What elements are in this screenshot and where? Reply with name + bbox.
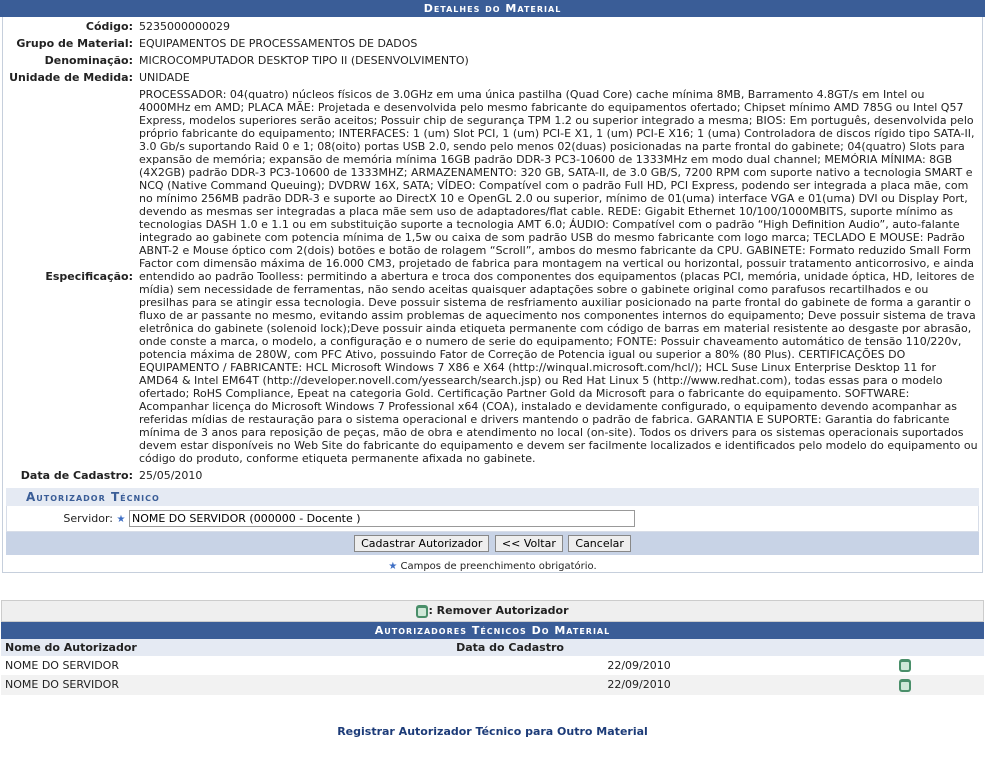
page: Detalhes do Material Código: 52350000000… bbox=[0, 0, 985, 738]
required-note: ★ Campos de preenchimento obrigatório. bbox=[3, 555, 982, 572]
codigo-label: Código: bbox=[85, 20, 133, 33]
row-nome: NOME DO SERVIDOR bbox=[1, 675, 453, 695]
trash-icon[interactable] bbox=[899, 659, 911, 672]
trash-icon bbox=[416, 604, 429, 618]
row-action bbox=[826, 655, 984, 675]
page-title: Detalhes do Material bbox=[0, 0, 985, 17]
servidor-label: Servidor: bbox=[63, 512, 113, 525]
cancelar-button[interactable]: Cancelar bbox=[568, 535, 631, 552]
table-row: NOME DO SERVIDOR 22/09/2010 bbox=[1, 655, 984, 675]
servidor-input[interactable] bbox=[128, 510, 635, 527]
col-data-header: Data do Cadastro bbox=[452, 638, 826, 656]
col-action-header bbox=[826, 638, 984, 656]
button-bar: Cadastrar Autorizador << Voltar Cancelar bbox=[6, 532, 979, 555]
details-table: Código: 5235000000029 Grupo de Material:… bbox=[3, 17, 982, 483]
cadastrar-autorizador-button[interactable]: Cadastrar Autorizador bbox=[354, 535, 490, 552]
row-action bbox=[826, 675, 984, 695]
authorizers-table: Nome do Autorizador Data do Cadastro NOM… bbox=[1, 638, 984, 695]
especificacao-label: Especificação: bbox=[45, 270, 133, 283]
list-title: Autorizadores Técnicos Do Material bbox=[1, 621, 984, 639]
especificacao-value: PROCESSADOR: 04(quatro) núcleos físicos … bbox=[139, 88, 978, 465]
legend-bar: : Remover Autorizador bbox=[1, 600, 984, 622]
unidade-value: UNIDADE bbox=[139, 71, 190, 84]
asterisk-icon: ★ bbox=[388, 561, 398, 572]
data-cadastro-label: Data de Cadastro: bbox=[20, 469, 133, 482]
denominacao-value: MICROCOMPUTADOR DESKTOP TIPO II (DESENVO… bbox=[139, 54, 469, 67]
row-data: 22/09/2010 bbox=[452, 675, 826, 695]
row-nome: NOME DO SERVIDOR bbox=[1, 655, 453, 675]
footer: Registrar Autorizador Técnico para Outro… bbox=[0, 725, 985, 738]
legend-text: : Remover Autorizador bbox=[428, 604, 569, 617]
codigo-value: 5235000000029 bbox=[139, 20, 230, 33]
asterisk-icon: ★ bbox=[116, 514, 126, 525]
voltar-button[interactable]: << Voltar bbox=[494, 535, 563, 552]
unidade-label: Unidade de Medida: bbox=[9, 71, 133, 84]
trash-icon[interactable] bbox=[899, 678, 911, 692]
col-nome-header: Nome do Autorizador bbox=[1, 638, 453, 656]
row-data: 22/09/2010 bbox=[452, 655, 826, 675]
data-cadastro-value: 25/05/2010 bbox=[139, 469, 203, 482]
required-note-text: Campos de preenchimento obrigatório. bbox=[400, 561, 597, 572]
servidor-row: Servidor: ★ bbox=[6, 506, 979, 532]
registrar-outro-material-link[interactable]: Registrar Autorizador Técnico para Outro… bbox=[337, 725, 648, 738]
denominacao-label: Denominação: bbox=[44, 54, 133, 67]
autorizador-section-title: Autorizador Técnico bbox=[6, 488, 979, 506]
grupo-value: EQUIPAMENTOS DE PROCESSAMENTOS DE DADOS bbox=[139, 37, 418, 50]
table-row: NOME DO SERVIDOR 22/09/2010 bbox=[1, 675, 984, 695]
grupo-label: Grupo de Material: bbox=[16, 37, 133, 50]
details-panel: Código: 5235000000029 Grupo de Material:… bbox=[2, 17, 983, 573]
